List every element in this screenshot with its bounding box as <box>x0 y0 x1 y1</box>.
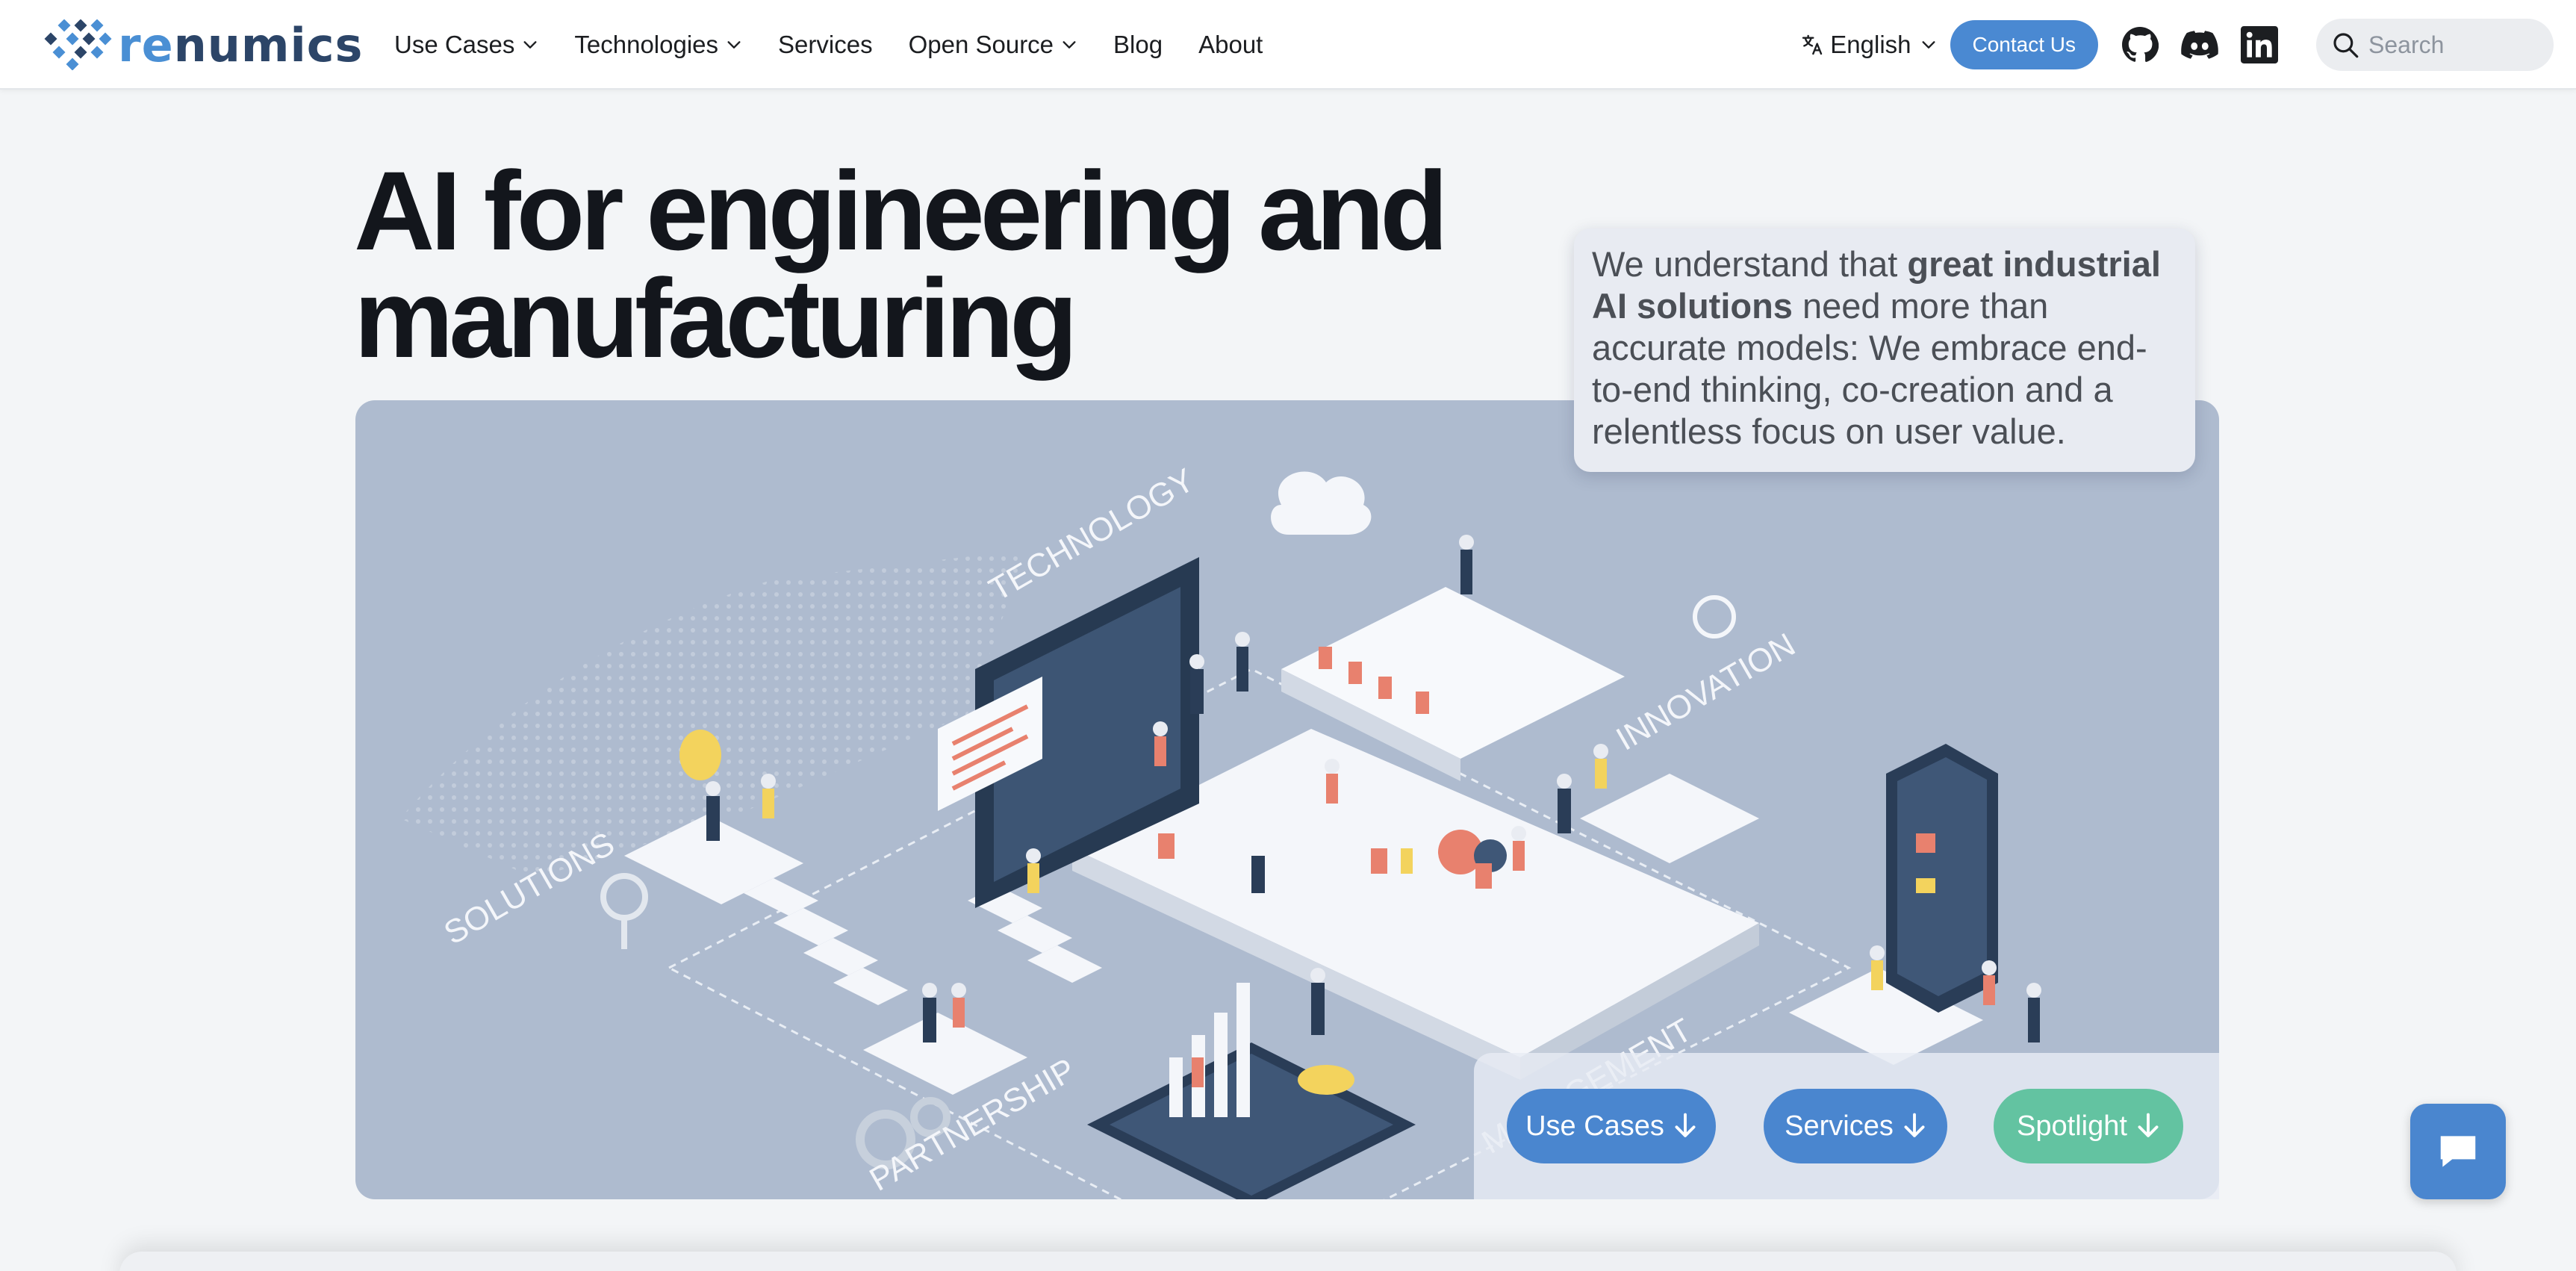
chevron-down-icon <box>1921 41 1935 49</box>
next-section-card-edge <box>119 1252 2457 1271</box>
button-label: Services <box>1785 1110 1894 1142</box>
arrow-down-icon <box>1904 1113 1925 1137</box>
nav-item-label: Open Source <box>908 31 1054 58</box>
nav-item-label: Use Cases <box>394 31 515 58</box>
nav-right-group: English Contact Us <box>1800 0 2554 90</box>
nav-item-label: Services <box>778 31 873 58</box>
top-navbar: renumics Use Cases Technologies Services… <box>0 0 2576 90</box>
spotlight-button[interactable]: Spotlight <box>1994 1089 2183 1163</box>
nav-item-services[interactable]: Services <box>778 31 873 59</box>
services-button[interactable]: Services <box>1764 1089 1947 1163</box>
nav-item-blog[interactable]: Blog <box>1113 31 1163 59</box>
chat-widget-button[interactable] <box>2410 1104 2506 1199</box>
github-icon[interactable] <box>2121 26 2159 63</box>
hero-title: AI for engineering and manufacturing <box>354 155 1474 374</box>
nav-item-open-source[interactable]: Open Source <box>909 31 1077 59</box>
renumics-logo-icon <box>44 19 112 70</box>
translate-icon <box>1802 34 1823 55</box>
nav-item-label: Technologies <box>574 31 719 58</box>
brand-wordmark: renumics <box>118 17 364 72</box>
search-box[interactable] <box>2316 19 2554 71</box>
illustration-label-innovation: INNOVATION <box>1611 627 1802 758</box>
linkedin-icon[interactable] <box>2241 26 2278 63</box>
chevron-down-icon <box>1063 41 1076 49</box>
hero-quote-card: We understand that great industrial AI s… <box>1574 229 2195 472</box>
use-cases-button[interactable]: Use Cases <box>1507 1089 1716 1163</box>
chat-icon <box>2440 1136 2476 1167</box>
search-icon <box>2333 33 2359 58</box>
hero-title-line-1: AI for engineering and <box>354 148 1449 273</box>
main-nav: Use Cases Technologies Services Open Sou… <box>394 0 1298 90</box>
language-selector[interactable]: English <box>1800 31 1936 59</box>
discord-icon[interactable] <box>2181 26 2218 63</box>
arrow-down-icon <box>1675 1113 1696 1137</box>
hero-title-line-2: manufacturing <box>354 255 1078 381</box>
nav-item-label: Blog <box>1113 31 1163 58</box>
nav-item-use-cases[interactable]: Use Cases <box>394 31 538 59</box>
search-input[interactable] <box>2368 31 2540 59</box>
nav-item-label: About <box>1198 31 1263 58</box>
quote-text-intro: We understand that <box>1592 244 1908 284</box>
brand-logo-link[interactable]: renumics <box>43 18 363 72</box>
chevron-down-icon <box>523 41 537 49</box>
button-label: Use Cases <box>1525 1110 1664 1142</box>
nav-item-about[interactable]: About <box>1198 31 1263 59</box>
button-label: Spotlight <box>2017 1110 2127 1142</box>
arrow-down-icon <box>2138 1113 2159 1137</box>
contact-us-button[interactable]: Contact Us <box>1950 20 2098 69</box>
chevron-down-icon <box>727 41 741 49</box>
nav-item-technologies[interactable]: Technologies <box>574 31 742 59</box>
language-label: English <box>1830 31 1911 58</box>
